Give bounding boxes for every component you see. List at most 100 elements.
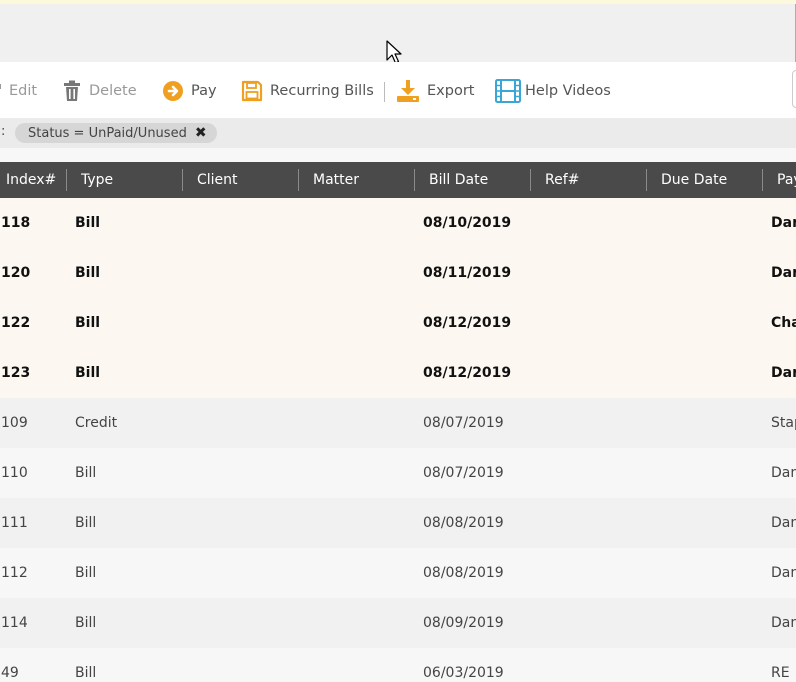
cell-payee: Dar xyxy=(771,265,796,281)
cell-matter xyxy=(307,198,411,248)
cell-bill-date: 08/11/2019 xyxy=(423,265,512,281)
bills-table-body: 118 Bill 08/10/2019 Dar 120 Bill 08/11/2019 Dar… xyxy=(0,198,796,682)
filter-prefix: : xyxy=(1,124,6,139)
column-header-due-date[interactable]: Due Date xyxy=(661,162,759,198)
cell-index: 111 xyxy=(1,515,28,531)
table-header: Index# Type Client Matter Bill Date Ref#… xyxy=(0,162,796,198)
table-row[interactable]: 110 Bill 08/07/2019 Dan xyxy=(0,448,796,498)
cell-index: 120 xyxy=(1,265,31,281)
table-row[interactable]: 123 Bill 08/12/2019 Dar xyxy=(0,348,796,398)
cell-payee: RE xyxy=(771,665,790,681)
cell-ref xyxy=(539,198,643,248)
pay-label: Pay xyxy=(191,83,217,99)
cell-bill-date: 08/07/2019 xyxy=(423,415,504,431)
cell-bill-date: 08/12/2019 xyxy=(423,315,512,331)
column-header-client[interactable]: Client xyxy=(197,162,295,198)
table-row[interactable]: 120 Bill 08/11/2019 Dar xyxy=(0,248,796,298)
help-videos-label: Help Videos xyxy=(525,83,611,99)
column-header-bill-date[interactable]: Bill Date xyxy=(429,162,527,198)
download-icon xyxy=(397,80,419,102)
cell-client xyxy=(191,398,295,448)
cell-matter xyxy=(307,298,411,348)
table-row[interactable]: 122 Bill 08/12/2019 Cha xyxy=(0,298,796,348)
column-divider xyxy=(66,169,67,191)
film-strip-icon xyxy=(495,79,521,103)
cell-client xyxy=(191,548,295,598)
cell-matter xyxy=(307,348,411,398)
filter-bar: : Status = UnPaid/Unused ✖ xyxy=(0,118,796,148)
edit-button[interactable]: Edit xyxy=(0,76,37,106)
pay-button[interactable]: Pay xyxy=(162,76,217,106)
cell-matter xyxy=(307,448,411,498)
column-header-index[interactable]: Index# xyxy=(6,162,64,198)
cell-index: 110 xyxy=(1,465,28,481)
cell-type: Bill xyxy=(75,365,101,381)
table-row[interactable]: 111 Bill 08/08/2019 Dan xyxy=(0,498,796,548)
cell-index: 123 xyxy=(1,365,31,381)
cell-type: Credit xyxy=(75,415,118,431)
cell-bill-date: 08/07/2019 xyxy=(423,465,504,481)
cell-ref xyxy=(539,298,643,348)
recurring-bills-label: Recurring Bills xyxy=(270,83,374,99)
cell-bill-date: 08/08/2019 xyxy=(423,515,504,531)
cell-due-date xyxy=(655,448,759,498)
recurring-bills-button[interactable]: Recurring Bills xyxy=(241,76,374,106)
cell-due-date xyxy=(655,598,759,648)
cell-payee: Dan xyxy=(771,465,796,481)
column-header-type[interactable]: Type xyxy=(81,162,179,198)
cell-index: 114 xyxy=(1,615,28,631)
cell-client xyxy=(191,348,295,398)
cell-due-date xyxy=(655,348,759,398)
export-label: Export xyxy=(427,83,475,99)
cell-bill-date: 08/08/2019 xyxy=(423,565,504,581)
filter-spacer xyxy=(0,148,796,162)
cell-client xyxy=(191,498,295,548)
table-row[interactable]: 112 Bill 08/08/2019 Dan xyxy=(0,548,796,598)
column-header-ref[interactable]: Ref# xyxy=(545,162,643,198)
remove-filter-icon[interactable]: ✖ xyxy=(195,125,207,141)
export-button[interactable]: Export xyxy=(396,76,474,106)
trash-icon xyxy=(64,80,80,101)
cell-matter xyxy=(307,398,411,448)
cell-ref xyxy=(539,498,643,548)
cell-matter xyxy=(307,248,411,298)
help-videos-button[interactable]: Help Videos xyxy=(495,76,611,106)
pencil-icon xyxy=(0,84,1,89)
column-header-matter[interactable]: Matter xyxy=(313,162,411,198)
cell-type: Bill xyxy=(75,215,101,231)
cell-type: Bill xyxy=(75,265,101,281)
cell-index: 109 xyxy=(1,415,28,431)
cell-index: 122 xyxy=(1,315,31,331)
toolbar-dropdown[interactable] xyxy=(792,70,796,108)
table-row[interactable]: 114 Bill 08/09/2019 Dan xyxy=(0,598,796,648)
cell-matter xyxy=(307,598,411,648)
filter-chip-label: Status = UnPaid/Unused xyxy=(28,125,187,141)
cell-ref xyxy=(539,348,643,398)
column-header-payee[interactable]: Pay xyxy=(777,162,796,198)
arrow-circle-right-icon xyxy=(163,81,183,101)
cell-bill-date: 08/09/2019 xyxy=(423,615,504,631)
table-row[interactable]: 109 Credit 08/07/2019 Stap xyxy=(0,398,796,448)
cell-index: 49 xyxy=(1,665,19,681)
column-divider xyxy=(298,169,299,191)
table-row[interactable]: 118 Bill 08/10/2019 Dar xyxy=(0,198,796,248)
delete-label: Delete xyxy=(89,83,137,99)
cell-due-date xyxy=(655,198,759,248)
cell-bill-date: 08/12/2019 xyxy=(423,365,512,381)
save-disk-icon xyxy=(241,80,263,102)
cell-payee: Dan xyxy=(771,515,796,531)
cell-type: Bill xyxy=(75,615,97,631)
cell-ref xyxy=(539,648,643,682)
cell-payee: Stap xyxy=(771,415,796,431)
cell-client xyxy=(191,298,295,348)
cell-payee: Cha xyxy=(771,315,796,331)
delete-button[interactable]: Delete xyxy=(62,76,137,106)
cell-payee: Dar xyxy=(771,215,796,231)
column-divider xyxy=(414,169,415,191)
table-row[interactable]: 49 Bill 06/03/2019 RE xyxy=(0,648,796,682)
cell-type: Bill xyxy=(75,565,97,581)
status-filter-chip[interactable]: Status = UnPaid/Unused ✖ xyxy=(15,123,217,143)
cell-index: 112 xyxy=(1,565,28,581)
cell-payee: Dan xyxy=(771,565,796,581)
toolbar: Edit Delete Pay Recurring Bills Export H… xyxy=(0,62,796,118)
